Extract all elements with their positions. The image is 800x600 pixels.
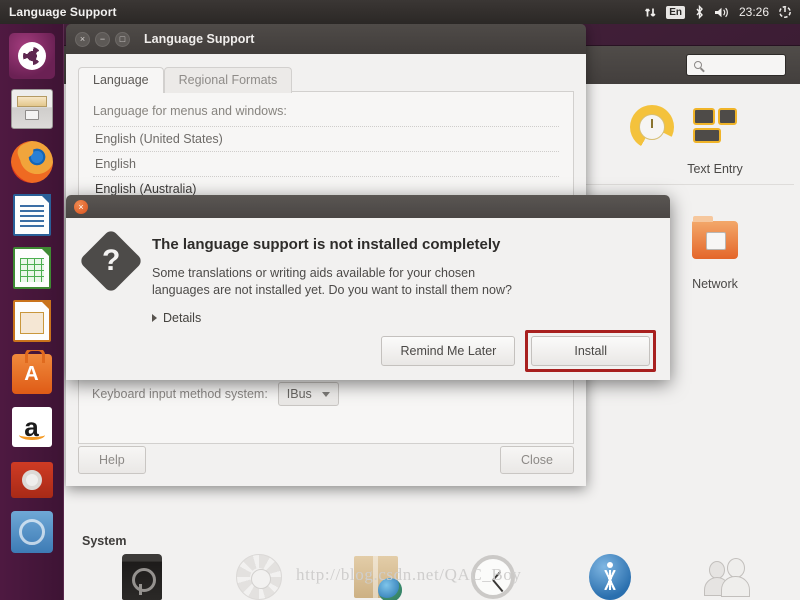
list-item[interactable]: English (United States) — [93, 127, 559, 152]
system-tray: En 23:26 — [644, 5, 792, 19]
keyboard-input-method-label: Keyboard input method system: — [92, 387, 268, 401]
universal-access-icon — [554, 554, 666, 600]
dialog-body: ? The language support is not installed … — [66, 218, 670, 380]
details-expander[interactable]: Details — [152, 311, 648, 325]
calc-icon — [12, 247, 51, 289]
launcher-item-ubuntu-dash[interactable] — [8, 32, 56, 80]
dialog-action-buttons: Remind Me Later Install — [381, 330, 656, 372]
tab-regional-formats[interactable]: Regional Formats — [163, 67, 293, 93]
language-support-dialog: × ? The language support is not installe… — [66, 195, 670, 380]
unity-launcher: A a — [0, 24, 64, 600]
backups-icon — [86, 554, 198, 600]
question-diamond-icon: ? — [78, 228, 144, 294]
keyboard-layout-indicator[interactable]: En — [666, 5, 685, 19]
top-panel: Language Support En 23:26 — [0, 0, 800, 24]
launcher-item-libreoffice-impress[interactable] — [8, 297, 56, 345]
window-minimize-button[interactable]: − — [95, 31, 110, 47]
network-folder-icon — [659, 216, 771, 271]
settings-item-user-accounts[interactable]: User Accounts — [671, 552, 783, 600]
software-center-icon: A — [11, 350, 52, 394]
search-icon — [694, 61, 702, 69]
launcher-item-help[interactable] — [8, 508, 56, 556]
dialog-titlebar[interactable]: × — [66, 195, 670, 218]
dialog-text-block: The language support is not installed co… — [152, 236, 512, 299]
settings-item-label: Network — [692, 277, 738, 291]
language-list-label: Language for menus and windows: — [93, 104, 287, 118]
dialog-title: The language support is not installed co… — [152, 236, 501, 253]
dialog-body-line-2: languages are not installed yet. Do you … — [152, 283, 512, 297]
keyboard-input-method-row: Keyboard input method system: IBus — [92, 382, 339, 406]
tab-bar: Language Regional Formats — [78, 64, 574, 93]
panel-app-title: Language Support — [9, 5, 117, 19]
dialog-close-icon[interactable]: × — [74, 199, 88, 214]
search-input[interactable] — [686, 54, 786, 76]
tab-bar-filler — [292, 64, 574, 92]
list-item[interactable]: English — [93, 152, 559, 177]
window-close-button[interactable]: × — [75, 31, 90, 47]
install-button-highlight: Install — [525, 330, 656, 372]
launcher-item-system-settings[interactable] — [8, 456, 56, 504]
remind-me-later-button[interactable]: Remind Me Later — [381, 336, 516, 366]
details-label: Details — [163, 311, 202, 325]
power-gear-icon[interactable] — [778, 5, 792, 19]
close-button[interactable]: Close — [500, 446, 574, 474]
firefox-icon — [10, 141, 53, 183]
user-accounts-icon — [671, 557, 783, 600]
ubuntu-logo-icon — [8, 33, 55, 79]
dialog-body-line-1: Some translations or writing aids availa… — [152, 266, 476, 280]
launcher-item-libreoffice-calc[interactable] — [8, 244, 56, 292]
launcher-item-ubuntu-software[interactable]: A — [8, 350, 56, 398]
install-button[interactable]: Install — [531, 336, 650, 366]
keyboard-input-method-select[interactable]: IBus — [277, 382, 339, 406]
watermark-text: http://blog.csdn.net/QAC_Boy — [296, 565, 522, 584]
keyboard-input-method-value: IBus — [286, 387, 312, 401]
language-window-footer: Help Close — [78, 446, 574, 474]
system-settings-icon — [10, 462, 53, 498]
chevron-down-icon — [321, 391, 330, 397]
question-mark-glyph: ? — [101, 243, 121, 277]
settings-item-backups[interactable]: Backups — [86, 552, 198, 600]
impress-icon — [12, 300, 51, 342]
help-button[interactable]: Help — [78, 446, 146, 474]
language-list[interactable]: English (United States) English English … — [93, 126, 559, 202]
help-icon — [10, 511, 53, 553]
network-transfer-icon[interactable] — [644, 6, 657, 19]
amazon-icon: a — [11, 407, 52, 447]
bluetooth-icon[interactable] — [694, 5, 705, 19]
settings-item-network[interactable]: Network — [659, 214, 771, 291]
window-title: Language Support — [144, 32, 255, 46]
volume-icon[interactable] — [714, 6, 730, 19]
chevron-right-icon — [152, 314, 157, 322]
system-section-label: System — [82, 534, 127, 548]
settings-item-label: Text Entry — [687, 162, 743, 176]
clock-label[interactable]: 23:26 — [739, 5, 769, 19]
launcher-item-files[interactable] — [8, 85, 56, 133]
settings-item-text-entry[interactable]: Text Entry — [659, 100, 771, 176]
text-entry-icon — [659, 106, 771, 156]
language-support-titlebar[interactable]: × − □ Language Support — [66, 24, 586, 54]
writer-icon — [12, 194, 51, 236]
desktop-screen: Text Entry Network System Backups Detail… — [0, 0, 800, 600]
tab-language[interactable]: Language — [78, 67, 164, 93]
launcher-item-amazon[interactable]: a — [8, 403, 56, 451]
dialog-content: ? The language support is not installed … — [78, 228, 648, 299]
window-maximize-button[interactable]: □ — [115, 31, 130, 47]
settings-item-universal-access[interactable]: Universal Access — [554, 552, 666, 600]
launcher-item-libreoffice-writer[interactable] — [8, 191, 56, 239]
launcher-item-firefox[interactable] — [8, 138, 56, 186]
files-icon — [10, 89, 53, 129]
settings-separator — [584, 184, 794, 185]
